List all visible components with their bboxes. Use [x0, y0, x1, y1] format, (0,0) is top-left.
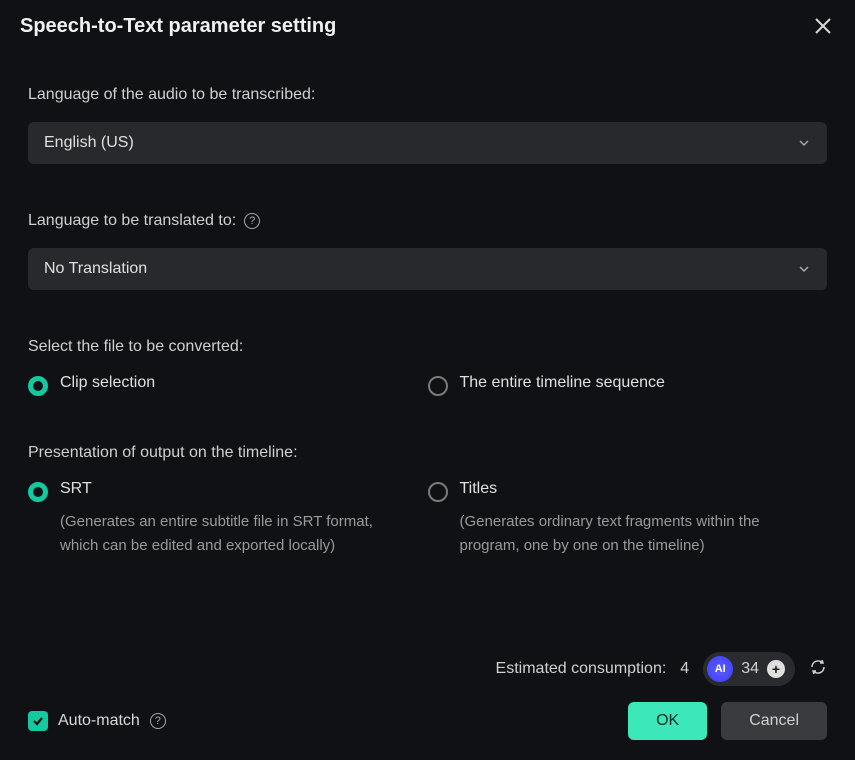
- close-button[interactable]: [811, 14, 835, 38]
- translate-language-section: Language to be translated to: ? No Trans…: [28, 212, 827, 290]
- refresh-button[interactable]: [809, 658, 827, 681]
- audio-language-section: Language of the audio to be transcribed:…: [28, 86, 827, 164]
- refresh-icon: [809, 658, 827, 676]
- audio-language-label: Language of the audio to be transcribed:: [28, 86, 315, 104]
- dialog-body: Language of the audio to be transcribed:…: [0, 46, 855, 652]
- ai-icon: AI: [707, 656, 733, 682]
- auto-match-label: Auto-match: [58, 712, 140, 730]
- close-icon: [814, 17, 832, 35]
- radio-titles[interactable]: Titles: [428, 480, 808, 502]
- translate-language-value: No Translation: [44, 260, 147, 278]
- radio-label: SRT: [60, 480, 92, 498]
- help-icon[interactable]: ?: [244, 213, 260, 229]
- radio-entire-timeline[interactable]: The entire timeline sequence: [428, 374, 808, 396]
- help-icon[interactable]: ?: [150, 713, 166, 729]
- radio-indicator: [428, 376, 448, 396]
- file-select-label: Select the file to be converted:: [28, 338, 243, 356]
- radio-srt[interactable]: SRT: [28, 480, 408, 502]
- audio-language-value: English (US): [44, 134, 134, 152]
- dialog-title: Speech-to-Text parameter setting: [20, 15, 336, 38]
- radio-label: The entire timeline sequence: [460, 374, 665, 392]
- translate-language-select[interactable]: No Translation: [28, 248, 827, 290]
- consumption-label: Estimated consumption:: [496, 660, 667, 678]
- radio-clip-selection[interactable]: Clip selection: [28, 374, 408, 396]
- audio-language-select[interactable]: English (US): [28, 122, 827, 164]
- cancel-button[interactable]: Cancel: [721, 702, 827, 740]
- ai-credit-badge[interactable]: AI 34 +: [703, 652, 795, 686]
- credit-value: 34: [741, 660, 759, 678]
- checkbox-indicator: [28, 711, 48, 731]
- radio-desc: (Generates ordinary text fragments withi…: [460, 510, 808, 558]
- radio-label: Clip selection: [60, 374, 155, 392]
- chevron-down-icon: [797, 136, 811, 150]
- presentation-section: Presentation of output on the timeline: …: [28, 444, 827, 558]
- radio-indicator: [428, 482, 448, 502]
- radio-label: Titles: [460, 480, 498, 498]
- dialog-header: Speech-to-Text parameter setting: [0, 0, 855, 46]
- check-icon: [31, 714, 45, 728]
- ok-button[interactable]: OK: [628, 702, 707, 740]
- presentation-label: Presentation of output on the timeline:: [28, 444, 298, 462]
- auto-match-checkbox[interactable]: Auto-match ?: [28, 711, 166, 731]
- radio-indicator: [28, 482, 48, 502]
- translate-language-label: Language to be translated to:: [28, 212, 236, 230]
- dialog-footer: Auto-match ? OK Cancel: [0, 702, 855, 760]
- radio-indicator: [28, 376, 48, 396]
- speech-to-text-dialog: Speech-to-Text parameter setting Languag…: [0, 0, 855, 760]
- consumption-row: Estimated consumption: 4 AI 34 +: [0, 652, 855, 702]
- plus-icon: +: [767, 660, 785, 678]
- chevron-down-icon: [797, 262, 811, 276]
- file-select-section: Select the file to be converted: Clip se…: [28, 338, 827, 396]
- consumption-value: 4: [680, 660, 689, 678]
- radio-desc: (Generates an entire subtitle file in SR…: [60, 510, 408, 558]
